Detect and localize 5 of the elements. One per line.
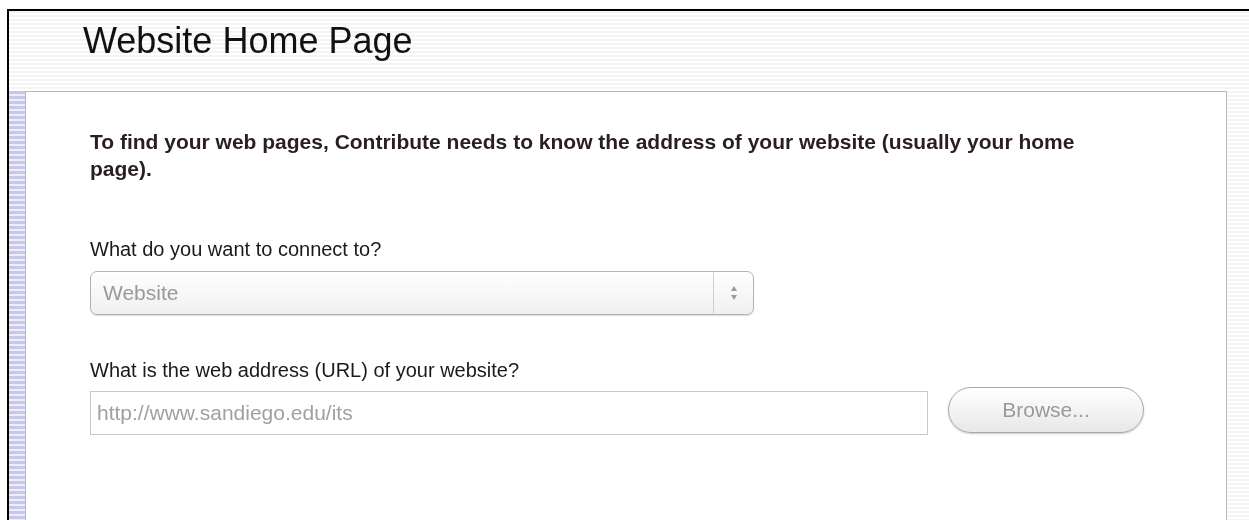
- page-title: Website Home Page: [83, 19, 413, 63]
- question-label: What is the web address (URL) of your website?: [90, 358, 520, 383]
- question-label: What do you want to connect to?: [90, 237, 382, 262]
- intro-text: To find your web pages, Contribute needs to know the address of your website (usually your home page).: [90, 129, 1076, 182]
- up-down-arrows-icon: [729, 285, 738, 301]
